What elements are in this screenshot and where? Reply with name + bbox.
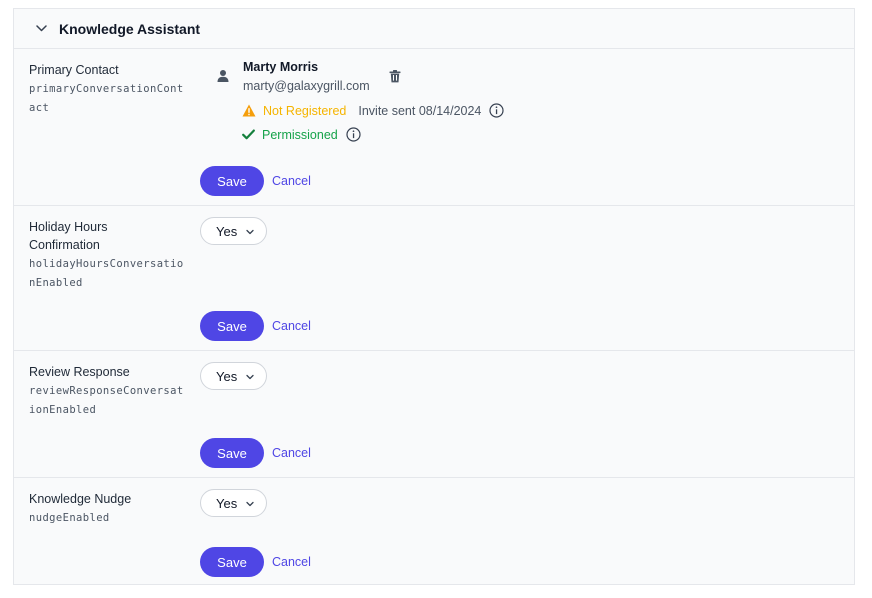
holiday-hours-select[interactable]: Yes (200, 217, 267, 245)
chevron-down-icon (246, 374, 254, 380)
primary-contact-key: primaryConversationContact (29, 83, 184, 114)
permission-status-row: Permissioned (242, 127, 361, 142)
review-response-label: Review Response (29, 365, 130, 379)
select-value: Yes (216, 223, 238, 239)
knowledge-assistant-panel: Knowledge Assistant Primary Contact prim… (13, 8, 855, 585)
select-value: Yes (216, 368, 238, 384)
permissioned-status: Permissioned (262, 127, 338, 142)
user-icon (216, 69, 230, 83)
knowledge-nudge-section: Knowledge Nudge nudgeEnabled Yes Save Ca… (14, 478, 854, 584)
chevron-down-icon[interactable] (35, 23, 47, 35)
chevron-down-icon (246, 501, 254, 507)
primary-contact-section: Primary Contact primaryConversationConta… (14, 49, 854, 206)
contact-name: Marty Morris (243, 60, 319, 74)
cancel-button[interactable]: Cancel (272, 438, 311, 468)
save-button[interactable]: Save (200, 311, 264, 341)
save-button[interactable]: Save (200, 547, 264, 577)
contact-email: marty@galaxygrill.com (243, 79, 370, 93)
review-response-select[interactable]: Yes (200, 362, 267, 390)
knowledge-nudge-key: nudgeEnabled (29, 512, 110, 524)
cancel-button[interactable]: Cancel (272, 547, 311, 577)
cancel-button[interactable]: Cancel (272, 166, 311, 196)
save-button[interactable]: Save (200, 166, 264, 196)
panel-header[interactable]: Knowledge Assistant (14, 9, 854, 49)
trash-icon[interactable] (389, 70, 401, 83)
check-icon (242, 129, 255, 140)
warning-icon (242, 104, 256, 117)
primary-contact-label: Primary Contact (29, 63, 119, 77)
holiday-hours-label: Holiday Hours Confirmation (29, 220, 108, 252)
review-response-key: reviewResponseConversationEnabled (29, 385, 184, 416)
review-response-section: Review Response reviewResponseConversati… (14, 351, 854, 478)
chevron-down-icon (246, 229, 254, 235)
holiday-hours-section: Holiday Hours Confirmation holidayHoursC… (14, 206, 854, 351)
info-icon[interactable] (346, 127, 361, 142)
info-icon[interactable] (489, 103, 504, 118)
holiday-hours-key: holidayHoursConversationEnabled (29, 258, 184, 289)
panel-title: Knowledge Assistant (59, 20, 201, 37)
save-button[interactable]: Save (200, 438, 264, 468)
knowledge-nudge-label: Knowledge Nudge (29, 492, 132, 506)
cancel-button[interactable]: Cancel (272, 311, 311, 341)
select-value: Yes (216, 495, 238, 511)
invite-sent-text: Invite sent 08/14/2024 (358, 103, 482, 118)
knowledge-nudge-select[interactable]: Yes (200, 489, 267, 517)
registration-status-row: Not Registered Invite sent 08/14/2024 (242, 103, 504, 118)
not-registered-status: Not Registered (263, 103, 347, 118)
